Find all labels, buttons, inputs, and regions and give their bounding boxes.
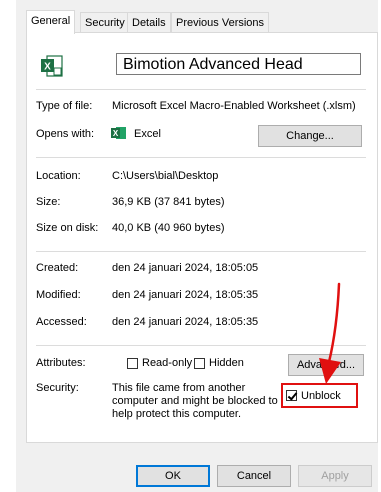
type-of-file-label: Type of file: xyxy=(36,100,93,112)
attributes-label: Attributes: xyxy=(36,357,86,369)
separator xyxy=(36,157,366,158)
ok-button[interactable]: OK xyxy=(136,465,210,487)
annotation-highlight-box xyxy=(281,383,358,408)
accessed-value: den 24 januari 2024, 18:05:35 xyxy=(112,316,259,328)
opens-with-label: Opens with: xyxy=(36,128,95,140)
size-on-disk-label: Size on disk: xyxy=(36,222,99,234)
security-text-line-2: computer and might be blocked to xyxy=(112,395,278,407)
file-properties-dialog: General Security Details Previous Versio… xyxy=(16,0,378,492)
change-button[interactable]: Change... xyxy=(258,125,362,147)
separator xyxy=(36,251,366,252)
read-only-checkbox[interactable] xyxy=(127,358,138,369)
modified-value: den 24 januari 2024, 18:05:35 xyxy=(112,289,259,301)
modified-label: Modified: xyxy=(36,289,81,301)
tab-security-label: Security xyxy=(85,17,125,29)
tab-details[interactable]: Details xyxy=(127,12,171,33)
tab-security[interactable]: Security xyxy=(80,12,130,33)
size-value: 36,9 KB (37 841 bytes) xyxy=(112,196,225,208)
tab-previous-versions-label: Previous Versions xyxy=(176,17,265,29)
tab-general[interactable]: General xyxy=(26,10,76,34)
read-only-label: Read-only xyxy=(142,357,193,369)
created-value: den 24 januari 2024, 18:05:05 xyxy=(112,262,259,274)
size-on-disk-value: 40,0 KB (40 960 bytes) xyxy=(112,222,225,234)
hidden-checkbox[interactable] xyxy=(194,358,205,369)
security-text-line-1: This file came from another xyxy=(112,382,246,394)
opens-with-value: Excel xyxy=(134,128,161,140)
excel-file-icon: X xyxy=(41,55,63,77)
hidden-label: Hidden xyxy=(209,357,244,369)
created-label: Created: xyxy=(36,262,79,274)
security-text-line-3: help protect this computer. xyxy=(112,408,242,420)
location-value: C:\Users\bial\Desktop xyxy=(112,170,219,182)
type-of-file-value: Microsoft Excel Macro-Enabled Worksheet … xyxy=(112,100,356,112)
location-label: Location: xyxy=(36,170,81,182)
size-label: Size: xyxy=(36,196,61,208)
security-label: Security: xyxy=(36,382,79,394)
file-name-field[interactable]: Bimotion Advanced Head xyxy=(116,53,361,75)
svg-text:X: X xyxy=(44,62,51,73)
separator xyxy=(36,89,366,90)
apply-button[interactable]: Apply xyxy=(298,465,372,487)
excel-app-icon: X xyxy=(111,127,126,139)
accessed-label: Accessed: xyxy=(36,316,87,328)
svg-text:X: X xyxy=(113,129,119,138)
cancel-button[interactable]: Cancel xyxy=(217,465,291,487)
tab-details-label: Details xyxy=(132,17,166,29)
tab-general-label: General xyxy=(31,15,71,27)
tab-previous-versions[interactable]: Previous Versions xyxy=(171,12,270,33)
annotation-arrow-icon xyxy=(319,282,341,384)
